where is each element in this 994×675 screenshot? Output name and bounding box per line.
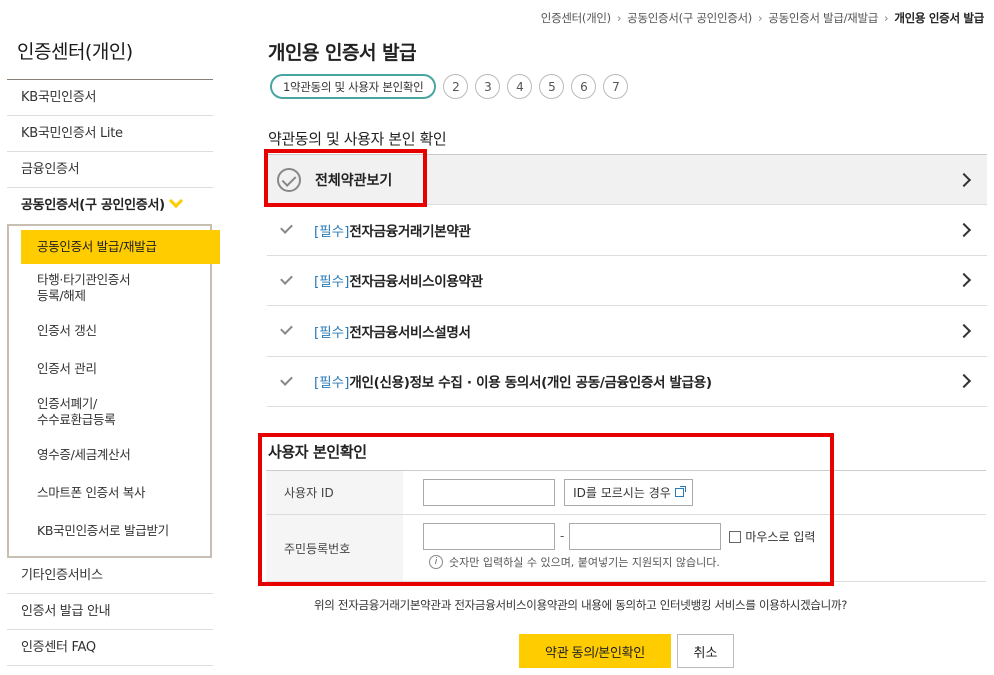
check-icon[interactable] (280, 271, 293, 285)
chevron-right-icon[interactable] (956, 172, 972, 187)
submenu-item-smartphone-copy[interactable]: 스마트폰 인증서 복사 (9, 474, 210, 512)
term-label: 전자금융거래기본약관 (349, 223, 471, 240)
sidebar-item-kb-cert[interactable]: KB국민인증서 (7, 80, 213, 116)
submenu-item-register[interactable]: 타행·타기관인증서 등록/해제 (9, 264, 210, 312)
sidebar-item-other-services[interactable]: 기타인증서비스 (7, 558, 213, 594)
breadcrumb-current: 개인용 인증서 발급 (894, 11, 984, 25)
chevron-right-icon: › (616, 11, 622, 25)
step-indicator: 1약관동의 및 사용자 본인확인 2 3 4 5 6 7 (270, 74, 629, 99)
chevron-right-icon: › (884, 11, 889, 25)
chevron-right-icon: › (757, 11, 763, 25)
step: 6 (571, 74, 597, 99)
term-row[interactable]: [필수] 전자금융서비스설명서 (267, 306, 987, 357)
step: 3 (475, 74, 501, 99)
step: 7 (603, 74, 629, 99)
step: 5 (539, 74, 565, 99)
submenu-item-kb-issue[interactable]: KB국민인증서로 발급받기 (9, 512, 210, 550)
step: 4 (507, 74, 533, 99)
breadcrumb-item[interactable]: 인증센터(개인) (541, 11, 611, 25)
sidebar: 인증센터(개인) KB국민인증서 KB국민인증서 Lite 금융인증서 공동인증… (7, 0, 220, 675)
cancel-button[interactable]: 취소 (677, 634, 734, 668)
term-label: 전자금융서비스이용약관 (349, 274, 483, 291)
term-row[interactable]: [필수] 전자금융거래기본약관 (267, 205, 987, 256)
submenu-item-manage[interactable]: 인증서 관리 (9, 350, 210, 388)
term-row[interactable]: [필수] 전자금융서비스이용약관 (267, 256, 987, 306)
required-tag: [필수] (314, 274, 350, 291)
chevron-right-icon[interactable] (956, 273, 972, 288)
agree-verify-button[interactable]: 약관 동의/본인확인 (519, 634, 671, 668)
sidebar-title: 인증센터(개인) (17, 41, 133, 63)
breadcrumb-item[interactable]: 공동인증서(구 공인인증서) (627, 11, 752, 25)
breadcrumb: 인증센터(개인) › 공동인증서(구 공인인증서) › 공동인증서 발급/재발급 › 개인용… (541, 10, 985, 26)
term-label: 개인(신용)정보 수집 · 이용 동의서(개인 공동/금융인증서 발급용) (349, 375, 712, 392)
highlight-box (258, 433, 834, 586)
required-tag: [필수] (314, 375, 350, 392)
required-tag: [필수] (314, 324, 350, 341)
sidebar-submenu: 공동인증서 발급/재발급 타행·타기관인증서 등록/해제 인증서 갱신 인증서 … (7, 224, 220, 558)
step-current: 1약관동의 및 사용자 본인확인 (270, 74, 437, 99)
submenu-item-receipt[interactable]: 영수증/세금계산서 (9, 436, 210, 474)
section-title: 약관동의 및 사용자 본인 확인 (268, 130, 447, 148)
term-row[interactable]: [필수] 개인(신용)정보 수집 · 이용 동의서(개인 공동/금융인증서 발급용… (267, 357, 987, 407)
sidebar-item-finance-cert[interactable]: 금융인증서 (7, 152, 213, 188)
chevron-down-icon (168, 193, 183, 209)
check-icon[interactable] (280, 221, 293, 235)
sidebar-item-faq[interactable]: 인증센터 FAQ (7, 630, 213, 666)
consent-question: 위의 전자금융거래기본약관과 전자금융서비스이용약관의 내용에 동의하고 인터넷… (314, 598, 848, 612)
submenu-item-revoke[interactable]: 인증서폐기/ 수수료환급등록 (9, 388, 210, 436)
term-label: 전자금융서비스설명서 (349, 324, 471, 341)
sidebar-item-kb-cert-lite[interactable]: KB국민인증서 Lite (7, 116, 213, 152)
submenu-item-renew[interactable]: 인증서 갱신 (9, 312, 210, 350)
check-icon[interactable] (280, 372, 293, 386)
page-title: 개인용 인증서 발급 (268, 42, 417, 64)
sidebar-menu: KB국민인증서 KB국민인증서 Lite 금융인증서 공동인증서(구 공인인증서… (7, 79, 220, 666)
submenu-item-issue[interactable]: 공동인증서 발급/재발급 (21, 230, 220, 264)
step: 2 (443, 74, 469, 99)
sidebar-item-issue-guide[interactable]: 인증서 발급 안내 (7, 594, 213, 630)
chevron-right-icon[interactable] (956, 323, 972, 338)
chevron-right-icon[interactable] (956, 222, 972, 237)
sidebar-item-label: 공동인증서(구 공인인증서) (21, 198, 165, 213)
check-icon[interactable] (280, 322, 293, 336)
sidebar-item-joint-cert[interactable]: 공동인증서(구 공인인증서) (7, 188, 213, 224)
highlight-box (264, 149, 427, 207)
chevron-right-icon[interactable] (956, 374, 972, 389)
required-tag: [필수] (314, 223, 350, 240)
breadcrumb-item[interactable]: 공동인증서 발급/재발급 (768, 11, 878, 25)
